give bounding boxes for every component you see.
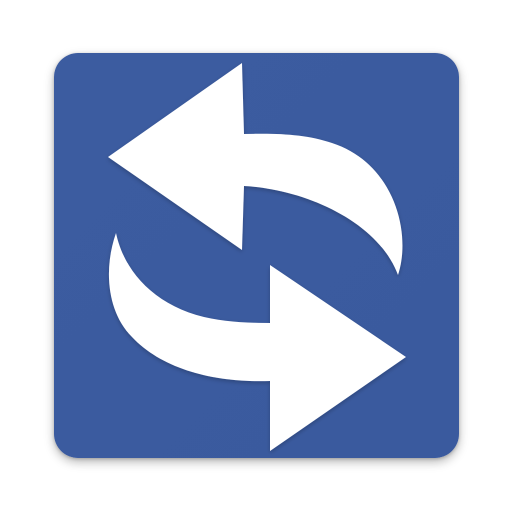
app-icon[interactable] (54, 53, 459, 458)
sync-arrows-icon (54, 53, 459, 458)
icon-stage (0, 0, 512, 512)
